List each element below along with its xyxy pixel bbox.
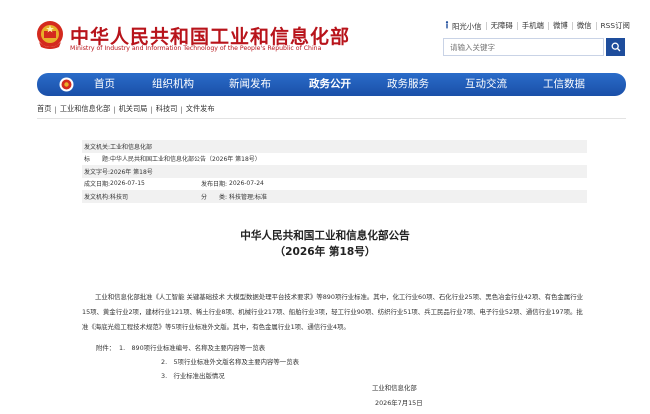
breadcrumb-home[interactable]: 首页 <box>37 104 51 114</box>
breadcrumb-ministry[interactable]: 工业和信息化部 <box>60 104 110 114</box>
signature-org: 工业和信息化部 <box>372 384 417 392</box>
search-input[interactable] <box>443 38 604 56</box>
nav-news[interactable]: 新闻发布 <box>229 73 271 96</box>
meta-value: 科技管理;标准 <box>229 193 268 201</box>
home-logo-icon[interactable] <box>59 77 74 92</box>
meta-value: 2026年 第18号 <box>110 168 153 176</box>
breadcrumb-separator: | <box>150 104 153 114</box>
top-link-accessibility[interactable]: 无障碍 <box>485 22 517 30</box>
meta-row-dept: 发文机构: 科技司 分 类: 科技管理;标准 <box>82 190 587 203</box>
attachment-link-1[interactable]: 1. 890项行业标准编号、名称及主要内容等一览表 <box>119 343 265 352</box>
site-subtitle: Ministry of Industry and Information Tec… <box>70 45 322 52</box>
meta-row-dates: 成文日期: 2026-07-15 发布日期: 2026-07-24 <box>82 178 587 191</box>
search-button[interactable] <box>606 38 625 56</box>
nav-organization[interactable]: 组织机构 <box>152 73 194 96</box>
meta-value: 2026-07-15 <box>110 180 145 188</box>
breadcrumb-divider <box>37 118 626 119</box>
meta-value: 科技司 <box>110 193 129 201</box>
top-links: 阳光小信 无障碍 手机端 微博 微信 RSS订阅 <box>441 21 634 31</box>
breadcrumb-tech-dept[interactable]: 科技司 <box>156 104 178 114</box>
meta-label: 发文字号: <box>84 168 111 176</box>
breadcrumb-departments[interactable]: 机关司局 <box>119 104 148 114</box>
national-emblem-icon <box>37 21 63 49</box>
meta-label: 发文机构: <box>84 193 111 201</box>
meta-label: 成文日期: <box>84 181 111 189</box>
meta-label: 发布日期: <box>201 181 228 189</box>
document-metadata: 发文机关: 工业和信息化部 标 题: 中华人民共和国工业和信息化部公告（2026… <box>82 140 587 203</box>
accessibility-icon <box>445 21 449 29</box>
meta-label: 发文机关: <box>84 143 111 151</box>
top-link-wechat[interactable]: 微信 <box>571 22 596 30</box>
meta-label: 分 类: <box>201 193 228 201</box>
attachments-label: 附件： <box>96 344 116 352</box>
nav-data[interactable]: 工信数据 <box>543 73 585 96</box>
search-icon <box>611 42 620 52</box>
meta-row-title: 标 题: 中华人民共和国工业和信息化部公告（2026年 第18号） <box>82 153 587 166</box>
meta-row-issuer: 发文机关: 工业和信息化部 <box>82 140 587 153</box>
top-link-sunshine[interactable]: 阳光小信 <box>441 21 486 31</box>
main-nav: 首页 组织机构 新闻发布 政务公开 政务服务 互动交流 工信数据 <box>37 73 626 96</box>
meta-row-docno: 发文字号: 2026年 第18号 <box>82 165 587 178</box>
attachment-link-3[interactable]: 3. 行业标准出版情况 <box>161 371 225 380</box>
nav-services[interactable]: 政务服务 <box>387 73 429 96</box>
article-number: （2026年 第18号） <box>274 246 376 258</box>
meta-value: 2026-07-24 <box>229 180 264 188</box>
nav-government-affairs[interactable]: 政务公开 <box>309 73 351 96</box>
breadcrumb-separator: | <box>54 104 57 114</box>
attachment-link-2[interactable]: 2. 5项行业标准外文版名称及主要内容等一览表 <box>161 357 299 366</box>
nav-home[interactable]: 首页 <box>94 73 115 96</box>
signature-date: 2026年7月15日 <box>375 399 423 407</box>
top-link-weibo[interactable]: 微博 <box>547 22 572 30</box>
top-link-rss[interactable]: RSS订阅 <box>595 22 634 30</box>
breadcrumb-separator: | <box>180 104 183 114</box>
article-title: 中华人民共和国工业和信息化部公告 <box>240 230 410 242</box>
breadcrumb: 首页 | 工业和信息化部 | 机关司局 | 科技司 | 文件发布 <box>37 104 215 114</box>
breadcrumb-documents[interactable]: 文件发布 <box>186 104 215 114</box>
meta-value: 中华人民共和国工业和信息化部公告（2026年 第18号） <box>110 156 261 164</box>
site-header: 中华人民共和国工业和信息化部 Ministry of Industry and … <box>0 0 650 70</box>
top-link-mobile[interactable]: 手机端 <box>516 22 548 30</box>
article-paragraph: 工业和信息化部批准《人工智能 关键基础技术 大模型数据处理平台技术要求》等890… <box>82 293 583 331</box>
meta-value: 工业和信息化部 <box>110 143 153 151</box>
breadcrumb-separator: | <box>113 104 116 114</box>
nav-interaction[interactable]: 互动交流 <box>465 73 507 96</box>
meta-label: 标 题: <box>84 156 111 164</box>
